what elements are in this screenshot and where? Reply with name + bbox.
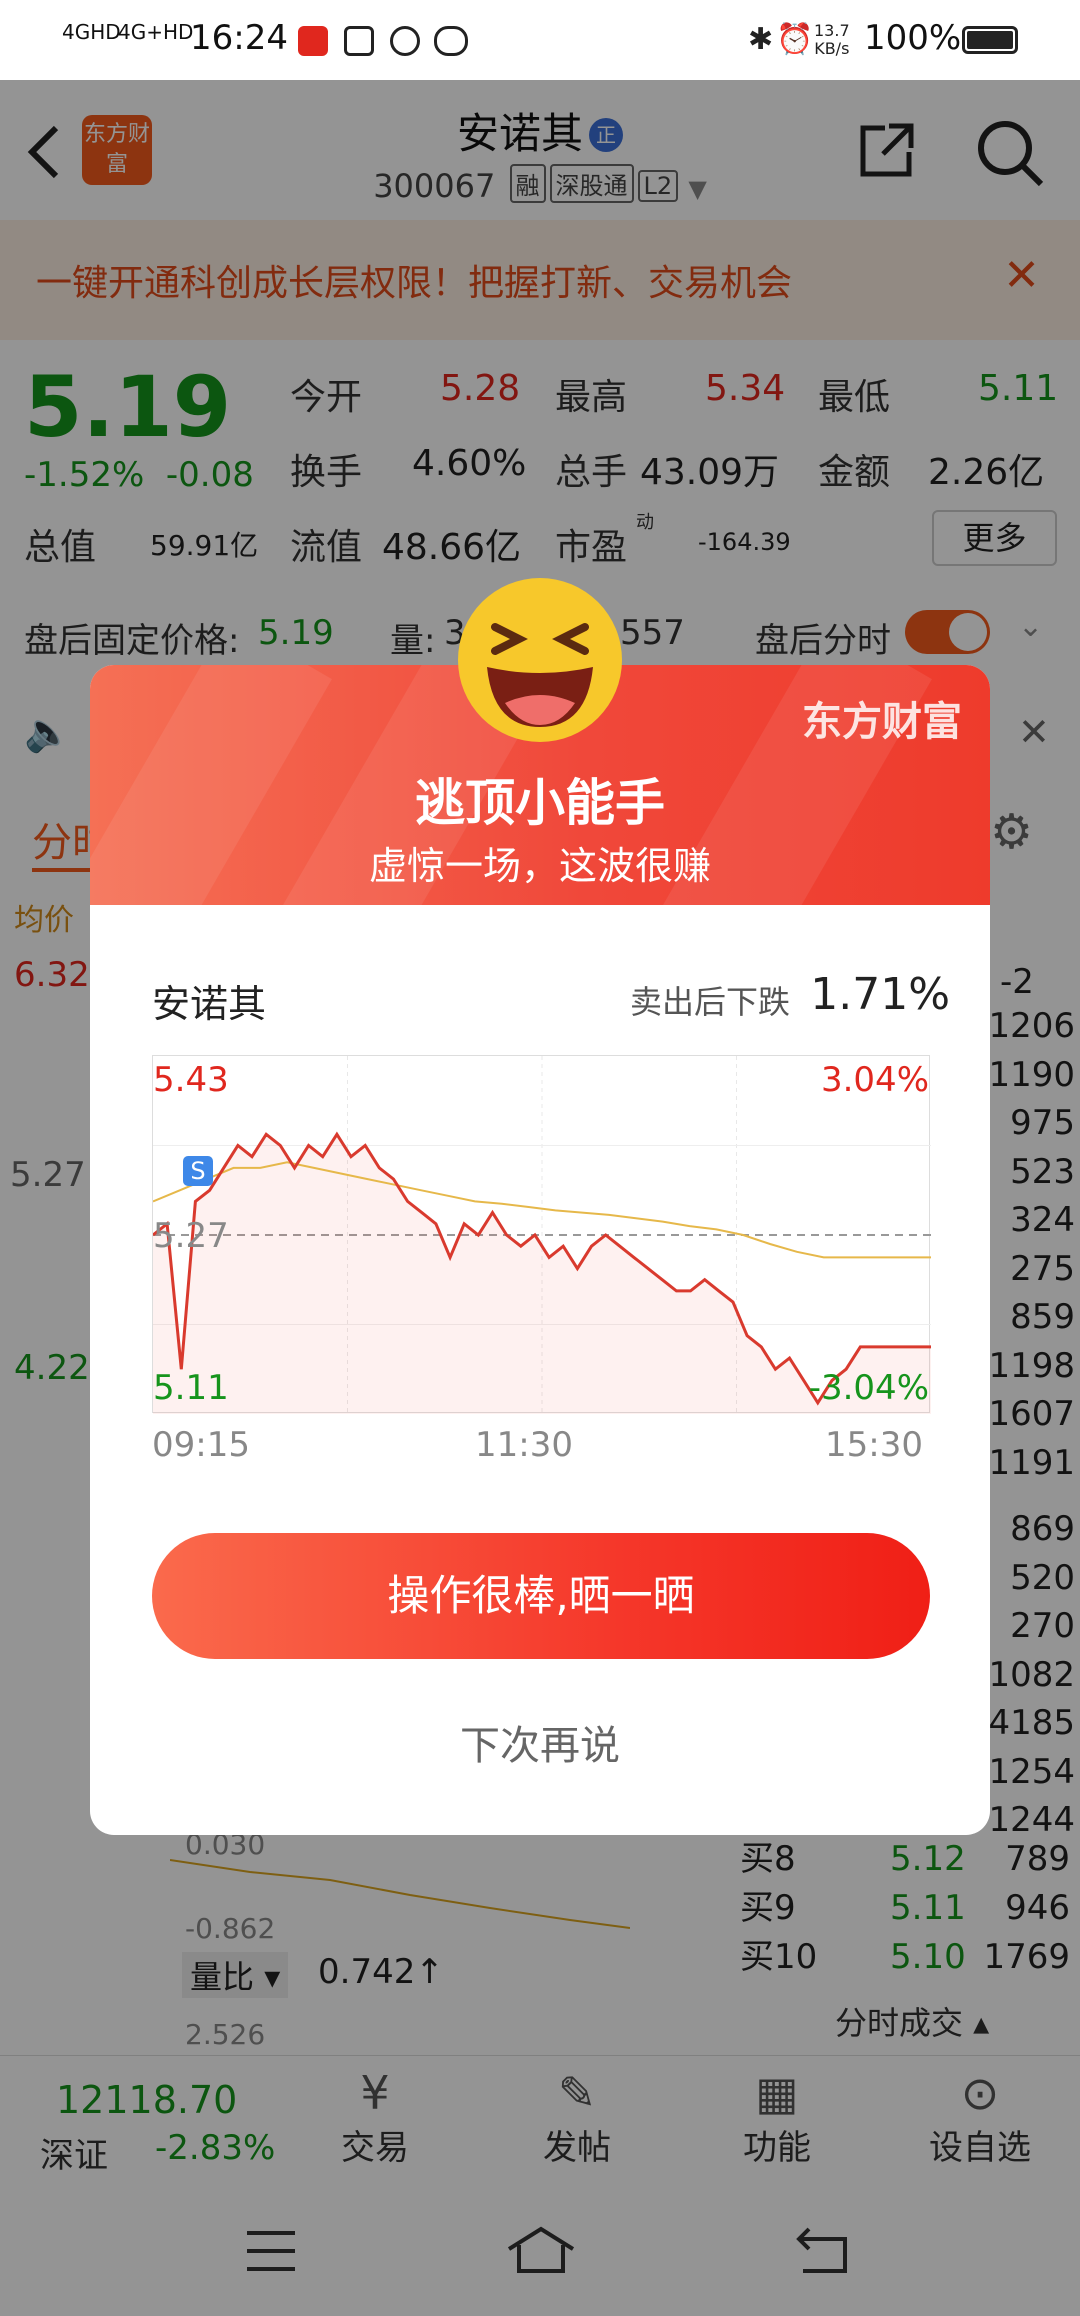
chart-ymax-label: 5.43 (153, 1060, 229, 1100)
network-indicator-1: 4GHD (62, 20, 121, 44)
x-label-end: 15:30 (825, 1425, 923, 1465)
alarm-icon: ⏰ (776, 22, 814, 57)
status-bar: 4GHD 4G+HD 16:24 ✱ ⏰ 13.7 KB/s 100% (0, 0, 1080, 80)
music-app-icon (344, 26, 374, 56)
sell-marker: S (183, 1156, 213, 1186)
x-label-mid: 11:30 (475, 1425, 573, 1465)
modal-subtitle: 虚惊一场，这波很赚 (368, 844, 711, 888)
network-indicator-2: 4G+HD (118, 20, 194, 44)
x-label-start: 09:15 (152, 1425, 250, 1465)
battery-icon (962, 26, 1018, 54)
app-icon (390, 26, 420, 56)
drop-after-sell-value: 1.71% (810, 969, 950, 1020)
dismiss-button[interactable]: 下次再说 (90, 1713, 990, 1771)
modal-stock-name: 安诺其 (152, 982, 267, 1026)
modal-brand: 东方财富 (802, 699, 962, 745)
price-chart: 5.43 3.04% 5.27 5.11 -3.04% S (152, 1055, 931, 1414)
bluetooth-icon: ✱ (748, 22, 774, 57)
chart-ymin-label: 5.11 (153, 1368, 229, 1408)
price-chart-svg (152, 1056, 931, 1414)
chart-pct-max-label: 3.04% (820, 1060, 929, 1100)
chart-ref-label: 5.27 (153, 1216, 229, 1256)
battery-percent: 100% (864, 18, 962, 58)
chart-pct-min-label: -3.04% (808, 1368, 929, 1408)
share-button[interactable]: 操作很棒,晒一晒 (152, 1533, 930, 1659)
clock: 16:24 (190, 18, 288, 58)
app-notification-icon (298, 26, 328, 56)
laughing-emoji-icon (458, 578, 622, 742)
drop-after-sell-label: 卖出后下跌 (629, 983, 790, 1021)
achievement-modal: 东方财富 逃顶小能手 虚惊一场，这波很赚 安诺其 卖出后下跌 1.71% 5.4… (90, 665, 990, 1835)
modal-title: 逃顶小能手 (415, 774, 665, 832)
wechat-icon (434, 26, 468, 56)
net-speed: 13.7 KB/s (814, 21, 850, 58)
